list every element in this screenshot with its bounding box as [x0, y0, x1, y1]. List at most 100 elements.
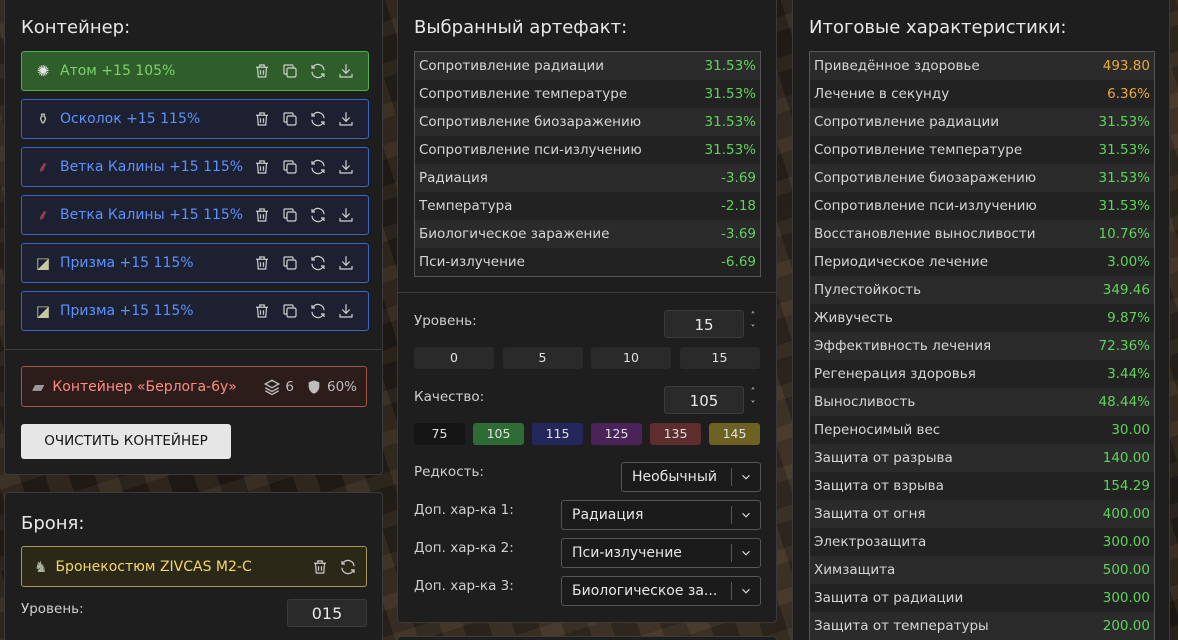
quality-stepper-up-icon[interactable]: ˄	[746, 387, 760, 398]
total-stat-label: Лечение в секунду	[814, 86, 950, 102]
rarity-select[interactable]: Необычный	[621, 462, 761, 492]
chevron-down-icon[interactable]	[732, 501, 760, 529]
delete-icon[interactable]	[252, 109, 272, 129]
total-stat-row: Регенерация здоровья 3.44%	[810, 360, 1154, 388]
artifact-level-input[interactable]: 15	[664, 310, 744, 338]
chevron-down-icon[interactable]	[732, 577, 760, 605]
level-stepper-down-icon[interactable]: ˅	[746, 324, 760, 335]
container-item[interactable]: ⚱ Осколок +15 115%	[21, 99, 369, 139]
container-item[interactable]: ◪ Призма +15 115%	[21, 243, 369, 283]
download-icon[interactable]	[336, 205, 356, 225]
container-item-label: Атом +15 105%	[60, 63, 176, 79]
artifact-quality-input[interactable]: 105	[664, 386, 744, 414]
delete-icon[interactable]	[252, 157, 272, 177]
copy-icon[interactable]	[280, 253, 300, 273]
total-stat-value: 9.87%	[1107, 310, 1150, 326]
artifact-stat-row: Сопротивление температуре 31.53%	[415, 80, 760, 108]
total-stat-label: Защита от разрыва	[814, 450, 953, 466]
extra2-select[interactable]: Пси-излучение	[561, 538, 761, 568]
artifact-next-panel	[397, 636, 777, 640]
artifact-panel: Выбранный артефакт: Сопротивление радиац…	[397, 0, 777, 623]
total-stat-value: 400.00	[1102, 506, 1150, 522]
artifact-stat-row: Сопротивление пси-излучению 31.53%	[415, 136, 760, 164]
delete-icon[interactable]	[252, 205, 272, 225]
container-item[interactable]: ✺ Атом +15 105%	[21, 51, 369, 91]
extra3-select[interactable]: Биологическое за...	[561, 576, 761, 606]
artifact-stat-value: 31.53%	[704, 142, 756, 158]
container-item-label: Ветка Калины +15 115%	[60, 159, 244, 175]
download-icon[interactable]	[336, 109, 356, 129]
level-preset-button[interactable]: 0	[414, 347, 494, 369]
quality-preset-button[interactable]: 75	[414, 423, 465, 445]
total-stat-row: Химзащита 500.00	[810, 556, 1154, 584]
container-item-label: Ветка Калины +15 115%	[60, 207, 244, 223]
chevron-down-icon[interactable]	[732, 463, 760, 491]
armor-title: Броня:	[21, 513, 85, 534]
quality-preset-button[interactable]: 105	[473, 423, 524, 445]
total-stat-value: 140.00	[1102, 450, 1150, 466]
rarity-label: Редкость:	[414, 464, 484, 480]
artifact-stat-value: 31.53%	[704, 114, 756, 130]
extra1-select[interactable]: Радиация	[561, 500, 761, 530]
extra1-value: Радиация	[572, 507, 644, 523]
copy-icon[interactable]	[280, 109, 300, 129]
copy-icon[interactable]	[280, 157, 300, 177]
container-item[interactable]: ⸙ Ветка Калины +15 115%	[21, 147, 369, 187]
clear-container-button[interactable]: ОЧИСТИТЬ КОНТЕЙНЕР	[21, 424, 231, 459]
total-stat-value: 154.29	[1102, 478, 1150, 494]
atom-artifact-icon: ✺	[36, 62, 50, 80]
delete-icon[interactable]	[310, 557, 330, 577]
copy-icon[interactable]	[280, 61, 300, 81]
artifact-stat-row: Радиация -3.69	[415, 164, 760, 192]
total-stat-row: Сопротивление биозаражению 31.53%	[810, 164, 1154, 192]
artifact-stat-label: Радиация	[419, 170, 488, 186]
download-icon[interactable]	[336, 157, 356, 177]
container-box-name: Контейнер «Берлога-6у»	[52, 378, 237, 395]
totals-title: Итоговые характеристики:	[809, 17, 1067, 38]
quality-preset-button[interactable]: 115	[532, 423, 583, 445]
artifact-title: Выбранный артефакт:	[414, 17, 628, 38]
delete-icon[interactable]	[252, 253, 272, 273]
download-icon[interactable]	[336, 61, 356, 81]
extra1-label: Доп. хар-ка 1:	[414, 502, 514, 518]
armor-name: Бронекостюм ZIVCAS M2-C	[55, 558, 252, 575]
total-stat-row: Пулестойкость 349.46	[810, 276, 1154, 304]
quality-preset-button[interactable]: 125	[591, 423, 642, 445]
swap-icon[interactable]	[308, 61, 328, 81]
delete-icon[interactable]	[252, 61, 272, 81]
swap-icon[interactable]	[308, 253, 328, 273]
shield-icon	[306, 379, 322, 395]
total-stat-value: 31.53%	[1098, 198, 1150, 214]
armor-item[interactable]: ♞ Бронекостюм ZIVCAS M2-C	[21, 546, 367, 587]
copy-icon[interactable]	[280, 205, 300, 225]
prism-artifact-icon: ◪	[35, 302, 51, 320]
swap-icon[interactable]	[308, 205, 328, 225]
swap-icon[interactable]	[308, 157, 328, 177]
level-preset-button[interactable]: 5	[502, 347, 583, 369]
download-icon[interactable]	[336, 301, 356, 321]
quality-stepper-down-icon[interactable]: ˅	[746, 400, 760, 411]
quality-preset-button[interactable]: 145	[709, 423, 760, 445]
container-box[interactable]: ▰ Контейнер «Берлога-6у» 6 60%	[21, 366, 367, 407]
swap-icon[interactable]	[308, 301, 328, 321]
swap-icon[interactable]	[308, 109, 328, 129]
total-stat-row: Живучесть 9.87%	[810, 304, 1154, 332]
armor-level-label: Уровень:	[21, 601, 84, 617]
download-icon[interactable]	[336, 253, 356, 273]
level-preset-button[interactable]: 15	[679, 347, 760, 369]
copy-icon[interactable]	[280, 301, 300, 321]
container-item[interactable]: ◪ Призма +15 115%	[21, 291, 369, 331]
quality-preset-button[interactable]: 135	[650, 423, 701, 445]
artifact-stat-row: Биологическое заражение -3.69	[415, 220, 760, 248]
level-stepper-up-icon[interactable]: ˄	[746, 311, 760, 322]
armor-level-input[interactable]: 015	[287, 599, 367, 627]
level-preset-button[interactable]: 10	[591, 347, 671, 369]
container-item[interactable]: ⸙ Ветка Калины +15 115%	[21, 195, 369, 235]
total-stat-label: Сопротивление радиации	[814, 114, 1000, 130]
swap-icon[interactable]	[338, 557, 358, 577]
total-stat-label: Защита от радиации	[814, 590, 964, 606]
delete-icon[interactable]	[252, 301, 272, 321]
artifact-stat-value: 31.53%	[704, 86, 756, 102]
total-stat-label: Живучесть	[814, 310, 893, 326]
chevron-down-icon[interactable]	[732, 539, 760, 567]
